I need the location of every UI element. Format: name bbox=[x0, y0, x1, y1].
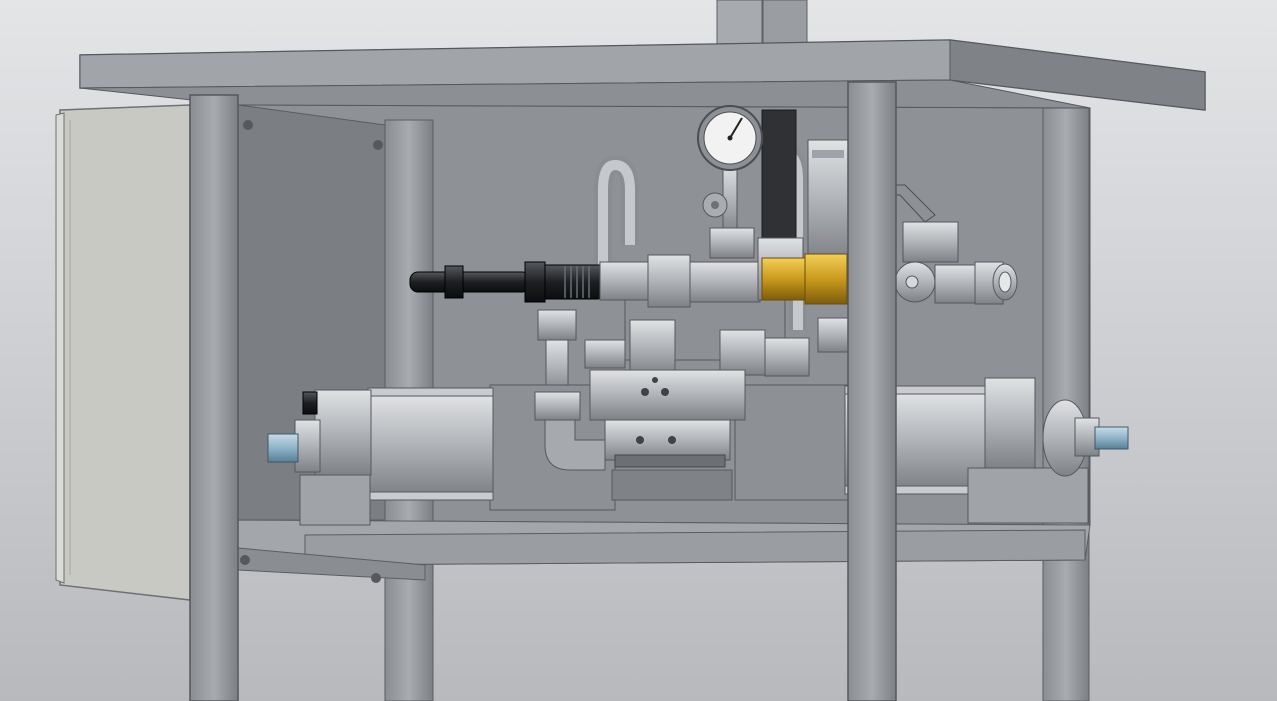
cad-model-view[interactable] bbox=[0, 0, 1277, 701]
cad-viewport[interactable] bbox=[0, 0, 1277, 701]
pneumatic-actuator[interactable] bbox=[589, 369, 746, 468]
brass-fitting[interactable] bbox=[761, 253, 848, 305]
electrical-enclosure[interactable] bbox=[55, 104, 191, 601]
top-pipes[interactable] bbox=[716, 0, 808, 46]
filter-housing[interactable] bbox=[807, 139, 849, 261]
